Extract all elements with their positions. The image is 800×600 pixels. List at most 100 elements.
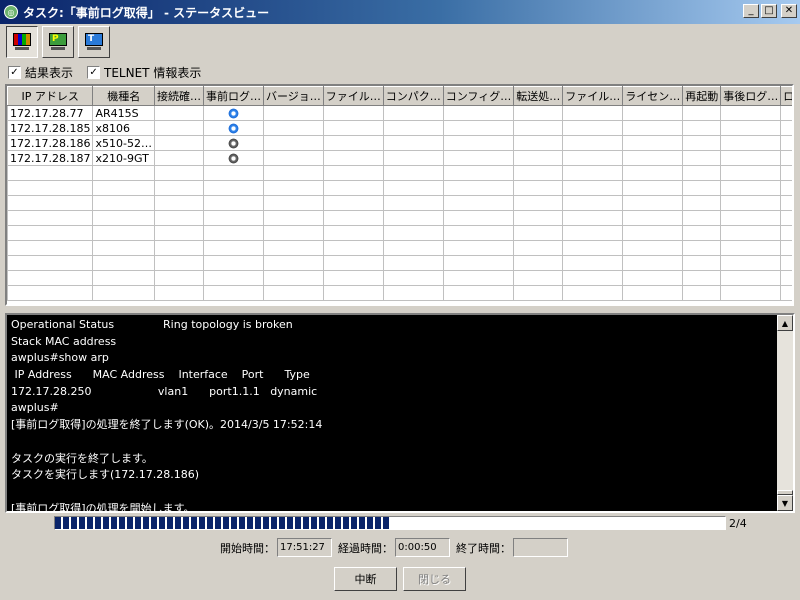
console-scrollbar[interactable]: ▲ ▼ — [777, 315, 793, 511]
show-telnet-label: TELNET 情報表示 — [104, 66, 202, 80]
minimize-button[interactable]: _ — [743, 4, 759, 18]
status-cell — [720, 120, 782, 136]
column-header[interactable]: 接続確… — [153, 86, 204, 106]
column-header[interactable]: 転送処… — [513, 86, 564, 106]
scroll-down-arrow[interactable]: ▼ — [777, 495, 793, 511]
table-row[interactable]: 172.17.28.77 AR415S — [7, 105, 792, 121]
prelog-status-cell — [202, 135, 264, 151]
telnet-console[interactable]: Operational Status Ring topology is brok… — [5, 313, 795, 513]
ip-cell: 172.17.28.185 — [7, 120, 94, 136]
column-header[interactable]: ログ比較 — [780, 86, 792, 106]
column-header[interactable]: 事前ログ… — [202, 86, 264, 106]
status-cell — [262, 105, 324, 121]
close-button[interactable]: ✕ — [781, 4, 797, 18]
console-output: Operational Status Ring topology is brok… — [7, 315, 777, 511]
status-cell — [562, 135, 624, 151]
start-time-label: 開始時間： — [220, 541, 275, 555]
status-cell — [513, 135, 564, 151]
column-header[interactable]: コンフィグ… — [442, 86, 515, 106]
show-telnet-checkbox[interactable]: ✓ TELNET 情報表示 — [87, 64, 201, 81]
column-header[interactable]: 再起動 — [682, 86, 722, 106]
p-view-button[interactable]: P — [42, 26, 74, 58]
console-line: [事前ログ取得]の処理を開始します。 — [11, 501, 195, 511]
status-cell — [153, 135, 204, 151]
status-cell — [322, 120, 384, 136]
console-line: IP Address MAC Address Interface Port Ty… — [11, 368, 310, 382]
start-time-field: 17:51:27 — [277, 538, 332, 557]
status-cell — [262, 150, 324, 166]
console-line: タスクの実行を終了します。 — [11, 451, 153, 465]
abort-button[interactable]: 中断 — [334, 567, 397, 591]
prelog-status-cell — [202, 105, 264, 121]
column-header[interactable]: 機種名 — [92, 86, 155, 106]
maximize-button[interactable]: □ — [761, 4, 777, 18]
status-cell — [322, 105, 384, 121]
status-cell — [622, 105, 684, 121]
status-cell — [322, 150, 384, 166]
show-results-label: 結果表示 — [25, 66, 74, 80]
console-line: Stack MAC address — [11, 334, 117, 348]
toolbar: P T — [6, 26, 110, 58]
pending-icon — [227, 153, 239, 164]
console-line: Operational Status Ring topology is brok… — [11, 318, 293, 331]
ip-cell: 172.17.28.77 — [7, 105, 94, 121]
status-cell — [442, 120, 515, 136]
processing-icon — [227, 108, 239, 119]
status-cell — [682, 135, 722, 151]
end-time-field — [513, 538, 568, 557]
status-cell — [513, 105, 564, 121]
progress-bar — [54, 516, 726, 530]
model-cell: AR415S — [92, 105, 155, 121]
column-header[interactable]: コンパク… — [382, 86, 444, 106]
status-cell — [682, 120, 722, 136]
column-header[interactable]: ファイル… — [322, 86, 384, 106]
status-cell — [382, 105, 444, 121]
elapsed-time-field: 0:00:50 — [395, 538, 450, 557]
column-header[interactable]: ライセン… — [622, 86, 684, 106]
status-cell — [720, 135, 782, 151]
status-cell — [442, 150, 515, 166]
pending-icon — [227, 138, 239, 149]
show-results-checkbox[interactable]: ✓ 結果表示 — [8, 64, 73, 81]
status-cell — [682, 150, 722, 166]
log-view-button[interactable] — [6, 26, 38, 58]
console-line: awplus#show arp — [11, 351, 109, 365]
table-row[interactable]: 172.17.28.186 x510-52… — [7, 135, 792, 151]
checkbox-box[interactable]: ✓ — [8, 66, 21, 79]
status-cell — [562, 120, 624, 136]
console-line: [事前ログ取得]の処理を終了します(OK)。2014/3/5 17:52:14 — [11, 418, 323, 432]
column-header[interactable]: IP アドレス — [7, 86, 94, 106]
window-title: タスク:「事前ログ取得」 - ステータスビュー — [23, 5, 270, 20]
t-icon: T — [84, 33, 104, 51]
column-header[interactable]: ファイル… — [562, 86, 624, 106]
status-cell — [262, 135, 324, 151]
close-dialog-button[interactable]: 閉じる — [403, 567, 466, 591]
table-row[interactable]: 172.17.28.185 x8106 — [7, 120, 792, 136]
status-cell — [682, 105, 722, 121]
time-info: 開始時間： 17:51:27 経過時間： 0:00:50 終了時間： — [220, 538, 574, 557]
status-table: IP アドレス 機種名 接続確… 事前ログ… バージョ… ファイル… コンパク… コンフィグ…… — [7, 86, 792, 301]
status-cell — [382, 135, 444, 151]
status-grid[interactable]: IP アドレス 機種名 接続確… 事前ログ… バージョ… ファイル… コンパク… コンフィグ…… — [5, 84, 794, 306]
status-cell — [622, 135, 684, 151]
column-header[interactable]: バージョ… — [262, 86, 324, 106]
progress-count: 2/4 — [729, 517, 747, 530]
table-row[interactable]: 172.17.28.187 x210-9GT — [7, 150, 792, 166]
status-cell — [780, 135, 792, 151]
processing-icon — [227, 123, 239, 134]
p-icon: P — [48, 33, 68, 51]
status-cell — [780, 105, 792, 121]
app-icon: ◎ — [4, 5, 18, 19]
scroll-up-arrow[interactable]: ▲ — [777, 315, 793, 331]
status-cell — [513, 150, 564, 166]
prelog-status-cell — [202, 150, 264, 166]
column-header[interactable]: 事後ログ… — [720, 86, 782, 106]
checkbox-box[interactable]: ✓ — [87, 66, 101, 79]
t-view-button[interactable]: T — [78, 26, 110, 58]
model-cell: x510-52… — [92, 135, 155, 151]
model-cell: x210-9GT — [92, 150, 155, 166]
console-line: 172.17.28.250 vlan1 port1.1.1 dynamic — [11, 384, 318, 398]
title-bar: ◎ タスク:「事前ログ取得」 - ステータスビュー _ □ ✕ — [0, 0, 800, 24]
status-cell — [442, 135, 515, 151]
